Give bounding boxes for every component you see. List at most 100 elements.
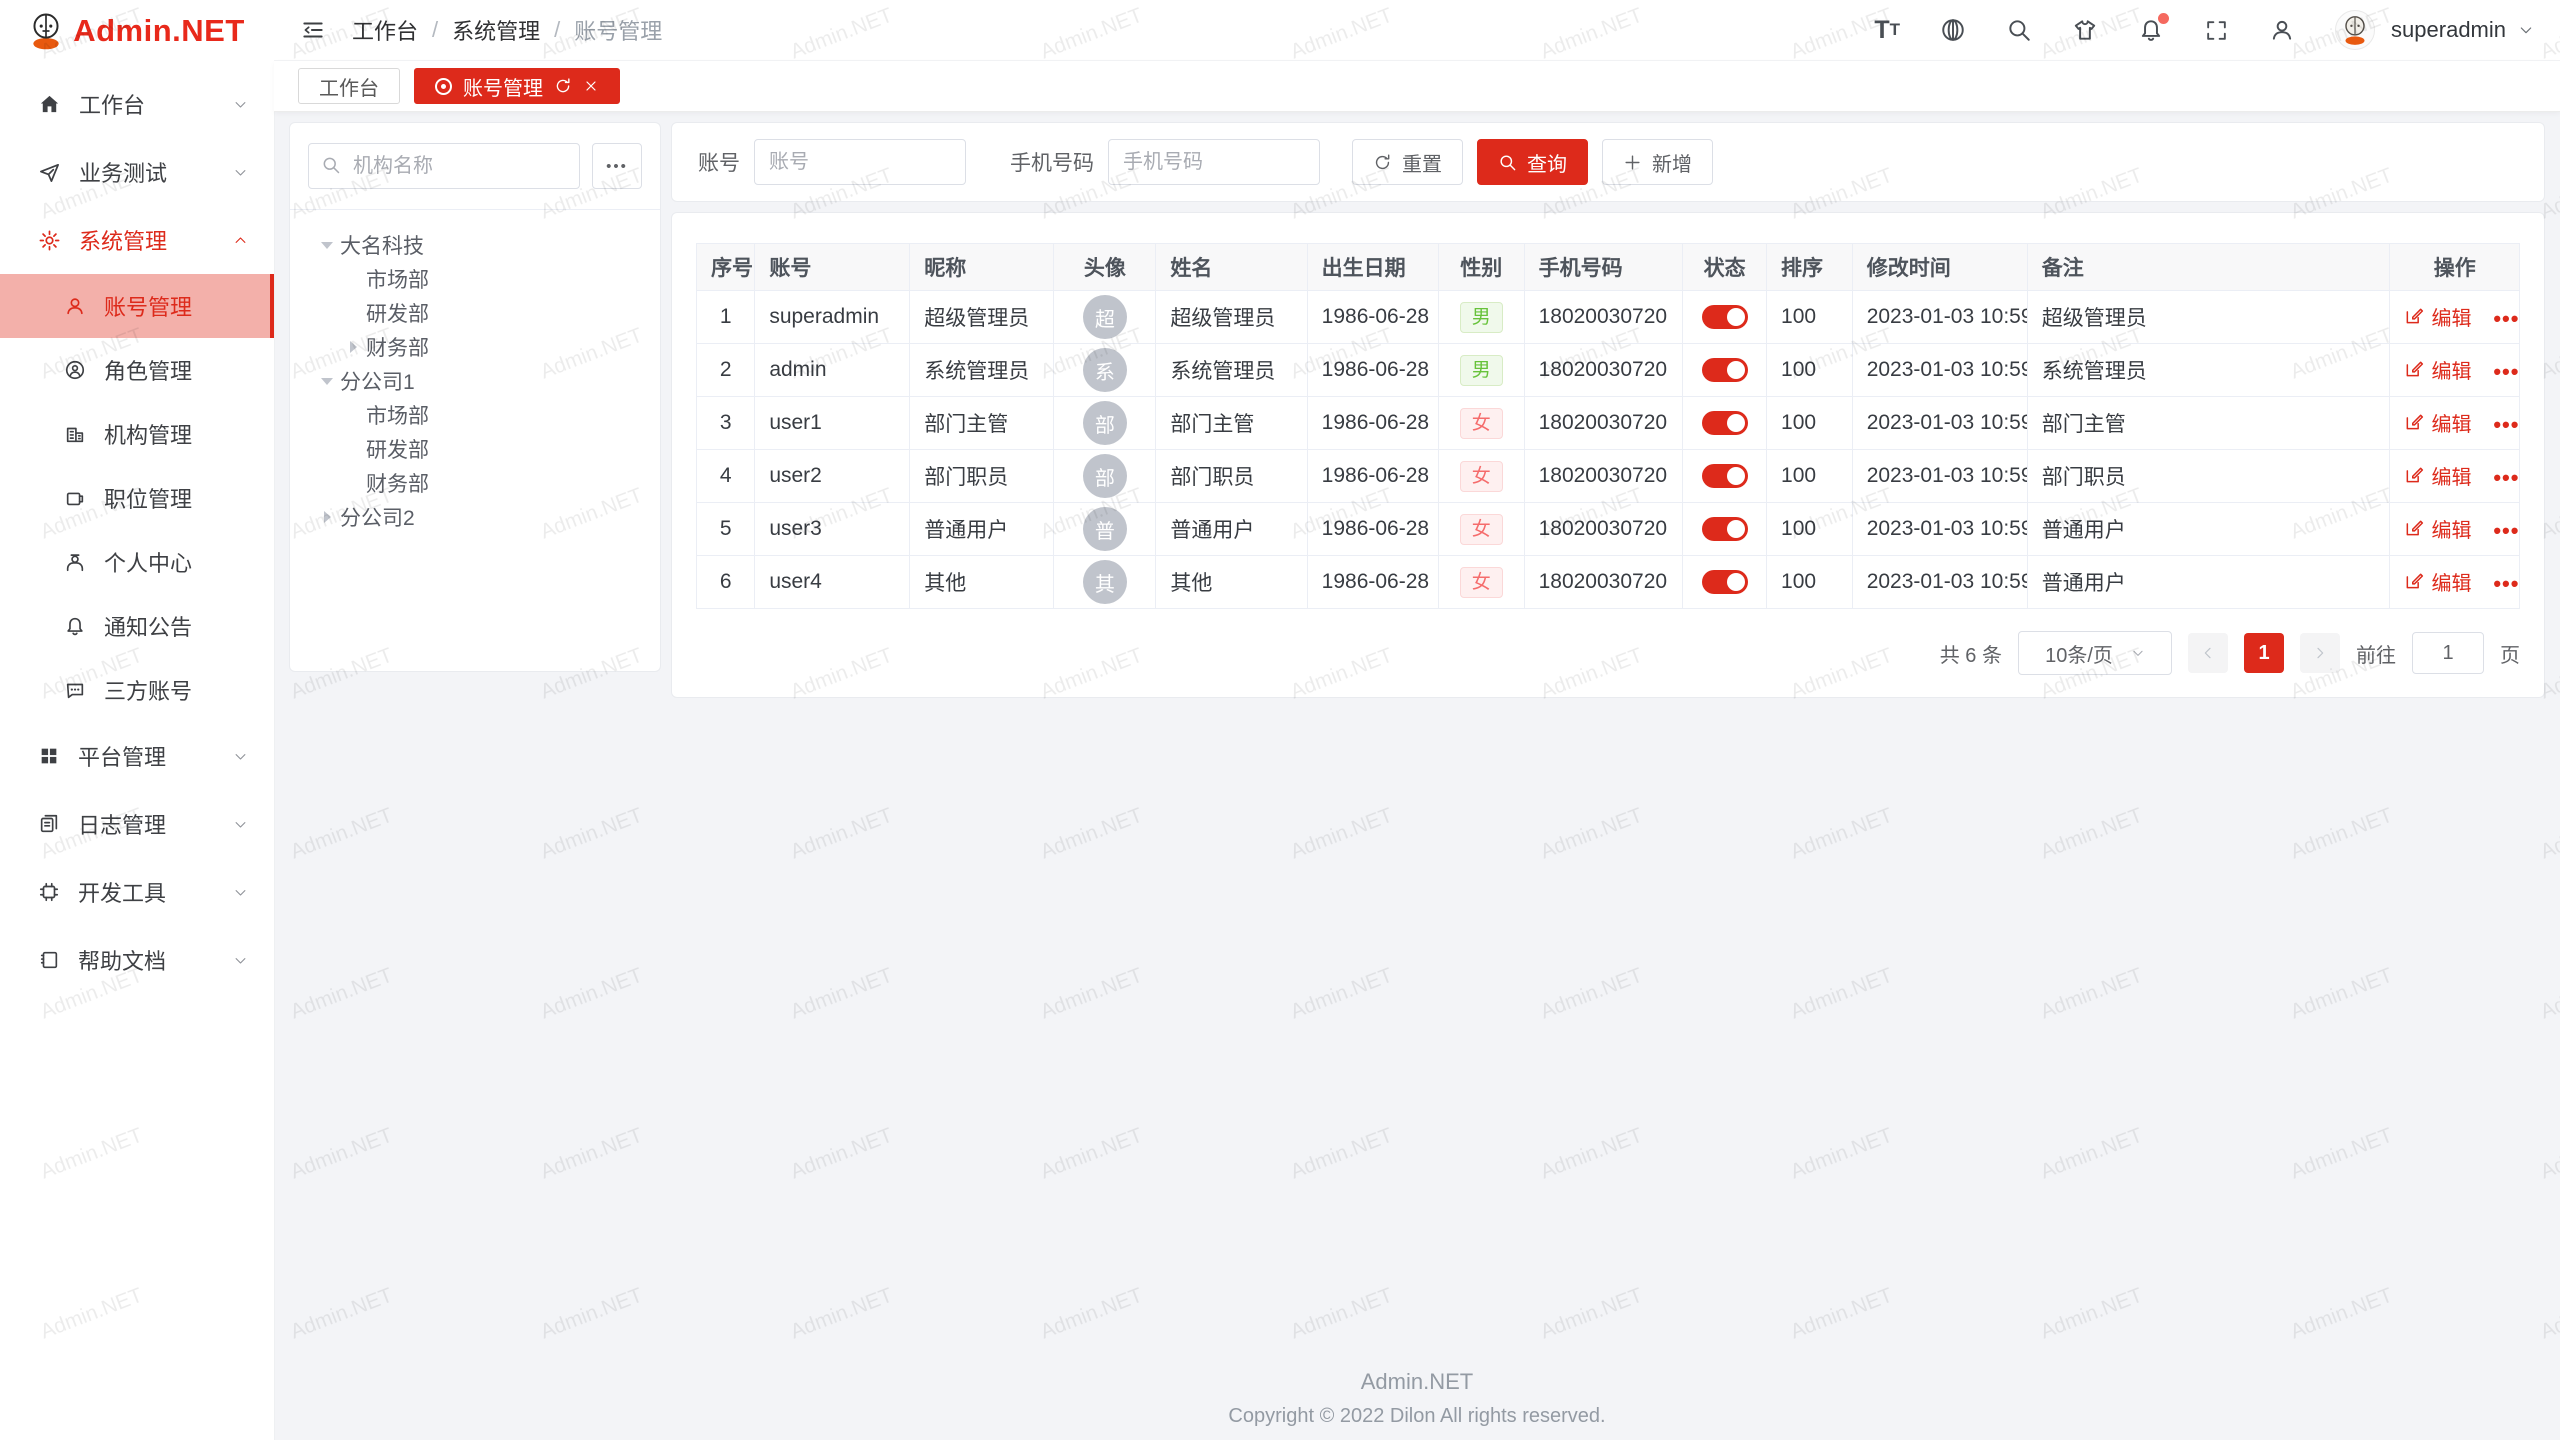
sidebar-item-business-test[interactable]: 业务测试	[0, 138, 274, 206]
app-logo[interactable]: Admin.NET	[0, 0, 274, 62]
next-page-button[interactable]	[2300, 633, 2340, 673]
chevron-up-icon	[233, 233, 248, 248]
cell-modified-time: 2023-01-03 10:59:44	[1852, 291, 2027, 344]
edit-button[interactable]: 编辑	[2404, 567, 2471, 596]
edit-button[interactable]: 编辑	[2404, 355, 2471, 384]
phone-filter-input[interactable]	[1108, 139, 1320, 185]
cell-name: 系统管理员	[1156, 344, 1307, 397]
tree-node[interactable]: 大名科技	[308, 228, 642, 262]
sidebar-item-role-management[interactable]: 角色管理	[0, 338, 274, 402]
refresh-icon[interactable]	[554, 77, 572, 95]
tree-node[interactable]: 研发部	[308, 296, 642, 330]
sidebar-item-account-management[interactable]: 账号管理	[0, 274, 274, 338]
cell-seq: 4	[697, 450, 755, 503]
avatar: 部	[1083, 454, 1127, 498]
query-button[interactable]: 查询	[1477, 139, 1588, 185]
tree-node-label: 财务部	[366, 332, 429, 362]
account-filter-input[interactable]	[754, 139, 966, 185]
edit-icon	[2404, 306, 2424, 326]
sidebar-item-notice[interactable]: 通知公告	[0, 594, 274, 658]
tree-node[interactable]: 分公司1	[308, 364, 642, 398]
tab-workbench[interactable]: 工作台	[298, 68, 400, 104]
sidebar-item-platform-management[interactable]: 平台管理	[0, 722, 274, 790]
cell-name: 部门主管	[1156, 397, 1307, 450]
sidebar-item-system-management[interactable]: 系统管理	[0, 206, 274, 274]
breadcrumb-item[interactable]: 系统管理	[452, 14, 540, 46]
status-toggle[interactable]	[1702, 464, 1748, 488]
sidebar-item-position-management[interactable]: 职位管理	[0, 466, 274, 530]
page-size-select[interactable]: 10条/页	[2018, 631, 2172, 675]
caret-closed-icon[interactable]	[314, 507, 340, 527]
cell-modified-time: 2023-01-03 10:59:44	[1852, 450, 2027, 503]
sidebar-item-third-party-account[interactable]: 三方账号	[0, 658, 274, 722]
tree-node[interactable]: 市场部	[308, 398, 642, 432]
cell-name: 普通用户	[1156, 503, 1307, 556]
breadcrumb-item[interactable]: 工作台	[352, 14, 418, 46]
column-header: 状态	[1683, 244, 1767, 291]
avatar: 超	[1083, 295, 1127, 339]
tree-node[interactable]: 财务部	[308, 330, 642, 364]
user-icon[interactable]	[2269, 17, 2295, 43]
sidebar-item-log-management[interactable]: 日志管理	[0, 790, 274, 858]
edit-button[interactable]: 编辑	[2404, 461, 2471, 490]
tree-more-button[interactable]: •••	[592, 143, 642, 189]
prev-page-button[interactable]	[2188, 633, 2228, 673]
caret-open-icon[interactable]	[314, 235, 340, 255]
fullscreen-icon[interactable]	[2204, 18, 2229, 43]
tree-node[interactable]: 研发部	[308, 432, 642, 466]
goto-page-input[interactable]	[2412, 632, 2484, 674]
tree-node[interactable]: 财务部	[308, 466, 642, 500]
tree-node[interactable]: 分公司2	[308, 500, 642, 534]
sidebar-item-workbench[interactable]: 工作台	[0, 70, 274, 138]
row-more-button[interactable]: •••	[2493, 359, 2519, 384]
menu-fold-icon[interactable]	[300, 17, 326, 43]
row-more-button[interactable]: •••	[2493, 465, 2519, 490]
row-more-button[interactable]: •••	[2493, 412, 2519, 437]
edit-button[interactable]: 编辑	[2404, 408, 2471, 437]
org-search-input[interactable]	[308, 143, 580, 189]
edit-button[interactable]: 编辑	[2404, 514, 2471, 543]
user-avatar[interactable]	[2335, 10, 2375, 50]
row-more-button[interactable]: •••	[2493, 571, 2519, 596]
close-icon[interactable]	[583, 78, 599, 94]
avatar: 部	[1083, 401, 1127, 445]
reset-button[interactable]: 重置	[1352, 139, 1463, 185]
sidebar-item-personal-center[interactable]: 个人中心	[0, 530, 274, 594]
sidebar-item-org-management[interactable]: 机构管理	[0, 402, 274, 466]
current-page[interactable]: 1	[2244, 633, 2284, 673]
tree-node[interactable]: 市场部	[308, 262, 642, 296]
notification-badge	[2158, 13, 2169, 24]
status-toggle[interactable]	[1702, 570, 1748, 594]
tab-account-management[interactable]: 账号管理	[414, 68, 620, 104]
status-toggle[interactable]	[1702, 411, 1748, 435]
cell-modified-time: 2023-01-03 10:59:44	[1852, 344, 2027, 397]
caret-closed-icon[interactable]	[340, 337, 366, 357]
status-toggle[interactable]	[1702, 305, 1748, 329]
search-icon[interactable]	[2006, 17, 2032, 43]
font-size-icon[interactable]: TT	[1874, 16, 1900, 45]
cell-sort: 100	[1767, 450, 1853, 503]
status-toggle[interactable]	[1702, 517, 1748, 541]
cell-account: user4	[755, 556, 910, 609]
chevron-down-icon[interactable]	[2518, 22, 2534, 38]
gear-icon	[38, 229, 61, 252]
cell-birthdate: 1986-06-28	[1307, 503, 1438, 556]
edit-button[interactable]: 编辑	[2404, 302, 2471, 331]
sidebar-item-help-docs[interactable]: 帮助文档	[0, 926, 274, 994]
caret-open-icon[interactable]	[314, 371, 340, 391]
status-toggle[interactable]	[1702, 358, 1748, 382]
notification-icon[interactable]	[2138, 17, 2164, 43]
theme-icon[interactable]	[2072, 17, 2098, 43]
chevron-down-icon	[2131, 646, 2145, 660]
cell-modified-time: 2023-01-03 10:59:44	[1852, 556, 2027, 609]
table-row: 4 user2 部门职员 部 部门职员 1986-06-28 女 1802003…	[697, 450, 2520, 503]
column-header: 手机号码	[1524, 244, 1683, 291]
row-more-button[interactable]: •••	[2493, 306, 2519, 331]
add-button[interactable]: 新增	[1602, 139, 1713, 185]
row-more-button[interactable]: •••	[2493, 518, 2519, 543]
tree-node-label: 大名科技	[340, 230, 424, 260]
cell-seq: 6	[697, 556, 755, 609]
language-icon[interactable]	[1940, 17, 1966, 43]
sidebar-item-dev-tools[interactable]: 开发工具	[0, 858, 274, 926]
username[interactable]: superadmin	[2391, 17, 2506, 43]
